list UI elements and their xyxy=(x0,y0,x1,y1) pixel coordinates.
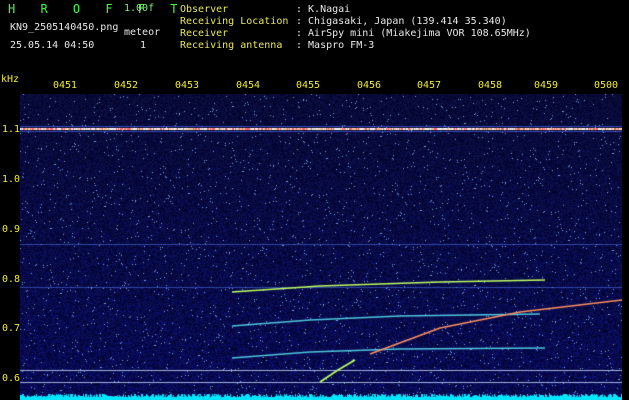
antenna-value: : Maspro FM-3 xyxy=(296,40,375,51)
app-logo: H R O F F T xyxy=(8,2,187,16)
x-tick-0458: 0458 xyxy=(478,80,503,91)
spectrogram-plot xyxy=(20,94,622,400)
y-tick-0-7: 0.7 xyxy=(2,323,21,334)
meteor-count: 1 xyxy=(140,40,147,51)
x-tick-0451: 0451 xyxy=(53,80,78,91)
x-tick-0454: 0454 xyxy=(236,80,261,91)
y-axis-unit: kHz xyxy=(1,74,20,85)
x-tick-0453: 0453 xyxy=(175,80,200,91)
header-panel: H R O F F T 1.00f KN9_2505140450.png met… xyxy=(0,0,629,78)
x-tick-0500: 0500 xyxy=(594,80,619,91)
timestamp-label: 25.05.14 04:50 xyxy=(10,40,95,51)
filename-label: KN9_2505140450.png xyxy=(10,22,119,33)
y-tick-1-0: 1.0 xyxy=(2,174,21,185)
receiver-value: : AirSpy mini (Miakejima VOR 108.65MHz) xyxy=(296,28,531,39)
y-tick-1-1: 1.1 xyxy=(2,124,21,135)
x-tick-0459: 0459 xyxy=(534,80,559,91)
location-value: : Chigasaki, Japan (139.414 35.340) xyxy=(296,16,507,27)
receiver-label: Receiver xyxy=(180,28,229,39)
x-tick-0457: 0457 xyxy=(417,80,442,91)
version-label: 1.00f xyxy=(124,3,155,14)
y-tick-0-6: 0.6 xyxy=(2,373,21,384)
observer-value: : K.Nagai xyxy=(296,4,351,15)
x-tick-0456: 0456 xyxy=(357,80,382,91)
location-label: Receiving Location xyxy=(180,16,289,27)
meteor-label: meteor xyxy=(124,27,161,38)
y-tick-0-8: 0.8 xyxy=(2,274,21,285)
x-tick-0452: 0452 xyxy=(114,80,139,91)
y-tick-0-9: 0.9 xyxy=(2,224,21,235)
antenna-label: Receiving antenna xyxy=(180,40,283,51)
observer-label: Observer xyxy=(180,4,229,15)
x-tick-0455: 0455 xyxy=(296,80,321,91)
